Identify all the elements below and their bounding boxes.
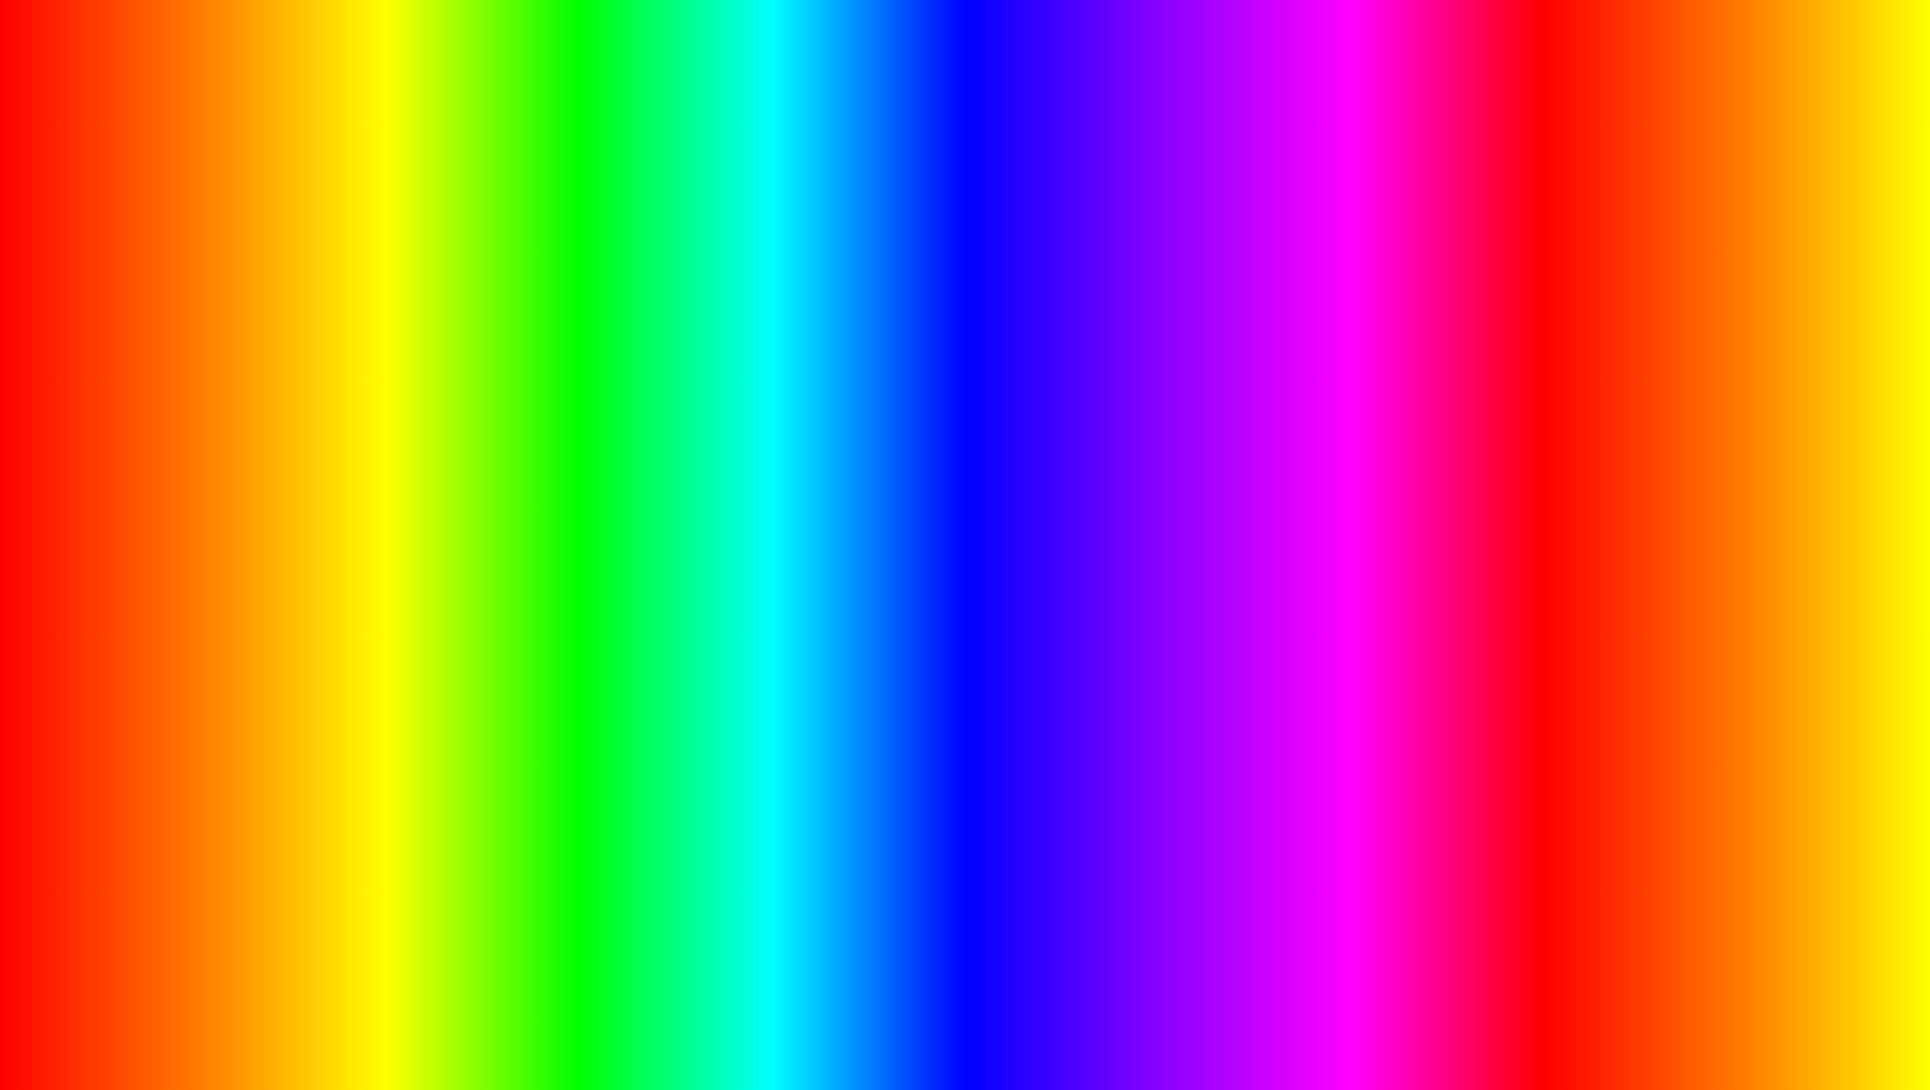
section-main-label: Main [585,416,619,433]
panels-container: 🏆 Race Clicker Script ▼ Main ▼ Auto Race… [570,368,1360,556]
section-arrow[interactable]: ▼ [770,416,785,433]
title-ic: I [1099,48,1155,301]
destroy-gui-button[interactable]: ▶ DestroyGui [875,476,1065,509]
bottom-text: INSTANT WIN SCRIPT PASTEBIN [78,917,1608,1032]
credits-row: Credits ◄ [875,515,1065,540]
auto-race-checkbox[interactable]: ✓ [767,473,785,491]
row-auto-race-delay: Auto Race Delay ( /s ) [585,441,785,456]
thumbnail-0win: 0 WIN [1822,877,1867,895]
row-auto-hatch: Auto Hatch [1155,438,1345,456]
auto-equip-checkbox[interactable]: ✓ [1327,486,1345,504]
panel-race-clicker: 🏆 Race Clicker Script ▼ Main ▼ Auto Race… [570,368,800,556]
background: R A C E C L I C K ER WINS INSTANT WIN & … [18,18,1912,1072]
slider-fill [725,445,743,453]
auto-race-label: Auto Race [585,475,646,490]
panel-body-2: Map Teleport : ▼ ▶ Redeem Codes ▶ Destro… [863,403,1077,548]
title-space [775,48,815,301]
auto-hatch-label: Auto Hatch [1155,440,1219,455]
thumbnail-wins-label: WINS [1738,988,1795,1014]
slider-container [725,445,785,453]
panel-egg: ===== Choose Egg Auto Hatch Auto Craft [1140,368,1360,521]
row-auto-equip: Auto Equip ✓ [1155,486,1345,504]
panel-dropdown-arrow-1[interactable]: ▼ [775,382,787,396]
bottom-win: WIN [519,917,713,1032]
bottom-instant: INSTANT [78,917,504,1032]
credits-label: Credits [875,519,927,536]
instant-win-badge: INSTANT WIN & EGG [1448,314,1674,430]
destroy-gui-label: DestroyGui [908,485,983,501]
map-teleport-row: Map Teleport : ▼ [875,411,1065,435]
auto-rebirth-checkbox[interactable] [767,521,785,539]
auto-speed-label: Auto Speed [585,499,653,514]
auto-equip-label: Auto Equip [1155,488,1219,503]
bottom-pastebin: PASTEBIN [1110,917,1608,1032]
row-auto-race: Auto Race ✓ [585,473,785,491]
wins-text: WINS [730,685,1200,892]
row-auto-speed: Auto Speed ✓ [585,497,785,515]
auto-speed-checkbox[interactable]: ✓ [767,497,785,515]
badge-line1: INSTANT [1472,331,1647,375]
redeem-codes-label: Redeem Codes [908,448,1009,464]
panel-header-2: =========== [863,371,1077,403]
auto-hatch-checkbox[interactable] [1327,438,1345,456]
auto-rebirth-label: Auto Rebirth [585,523,657,538]
title-ke: K [1309,48,1463,301]
title-e: E [634,48,776,301]
panel-header-3: ===== [1143,371,1357,403]
row-choose-egg: Choose Egg [1155,417,1345,432]
panel-body-3: Choose Egg Auto Hatch Auto Craft ✓ Auto [1143,403,1357,518]
cursor-icon-1: ▶ [889,447,900,464]
thumbnail-99k: 99K [1738,951,1797,988]
title-er: ER [1462,48,1758,301]
section-main: Main ▼ [585,416,785,433]
auto-craft-label: Auto Craft [1155,464,1214,479]
thumbnail-image: 0 WIN 🐰 99K WINS [1657,867,1877,1037]
main-container: R A C E C L I C K ER WINS INSTANT WIN & … [0,0,1930,1090]
bottom-script: SCRIPT [728,917,1095,1032]
panel-map-teleport: =========== Map Teleport : ▼ ▶ Redeem Co… [860,368,1080,551]
green-line [585,462,785,465]
auto-craft-checkbox[interactable]: ✓ [1327,462,1345,480]
row-auto-craft: Auto Craft ✓ [1155,462,1345,480]
redeem-codes-button[interactable]: ▶ Redeem Codes [875,439,1065,472]
panel-header-1: 🏆 Race Clicker Script ▼ [573,371,797,408]
title-a: A [326,48,480,301]
equals-bar-3: ===== [1153,377,1347,392]
panel-body-1: Main ▼ Auto Race Delay ( /s ) [573,408,797,553]
cursor-icon-2: ▶ [889,484,900,501]
title-c: C [480,48,634,301]
map-teleport-arrow[interactable]: ▼ [1051,415,1065,431]
panel-title-1: Race Clicker Script [611,381,767,397]
title-ck: C [1155,48,1309,301]
equals-bar-2: =========== [873,377,1067,392]
trophy-icon: 🏆 [583,379,603,399]
thumbnail-inner: 0 WIN 🐰 99K WINS [1659,869,1875,1035]
slider-bar[interactable] [725,445,785,453]
choose-egg-label: Choose Egg [1155,417,1227,432]
map-teleport-label: Map Teleport : [875,415,963,431]
main-title: R A C E C L I C K ER [172,48,1758,301]
title-cl: C [815,48,969,301]
auto-race-delay-label: Auto Race Delay ( /s ) [585,441,712,456]
bunny-icon: 🐰 [1730,891,1805,951]
title-li: L [969,48,1098,301]
row-auto-rebirth: Auto Rebirth [585,521,785,539]
title-r: R [172,48,326,301]
badge-line2: WIN & EGG [1474,369,1649,413]
credits-arrow[interactable]: ◄ [1050,519,1065,536]
